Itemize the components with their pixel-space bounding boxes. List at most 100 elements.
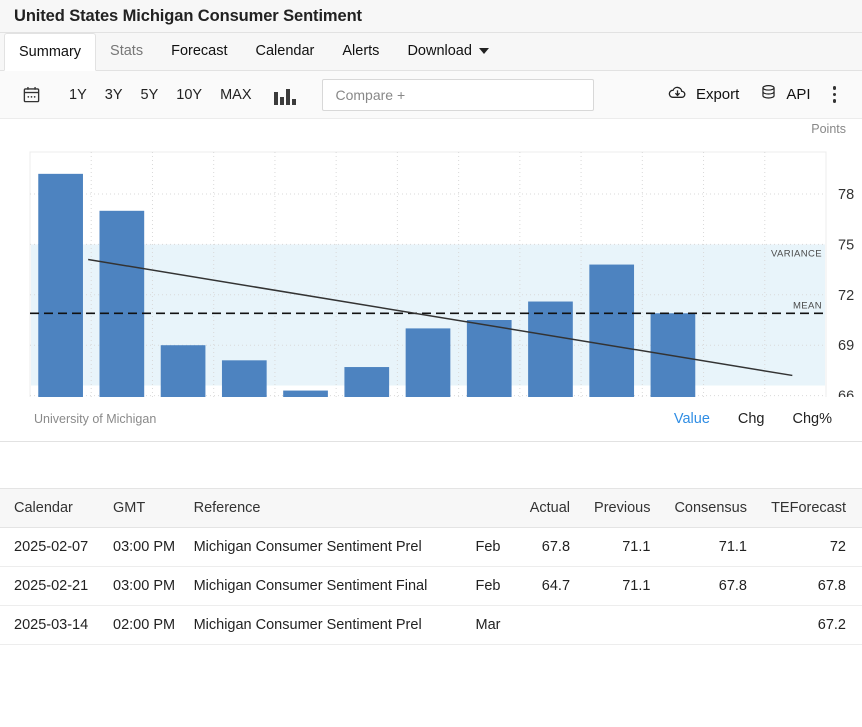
titlebar: United States Michigan Consumer Sentimen… [0,0,862,33]
compare-input[interactable] [333,86,583,104]
value-tab-chgpct[interactable]: Chg% [779,407,847,431]
page-root: United States Michigan Consumer Sentimen… [0,0,862,727]
bar-sep[interactable] [406,328,451,397]
cell-actual [514,606,586,645]
cell-previous [586,606,666,645]
tab-label: Download [407,43,472,59]
cell-reference: Michigan Consumer Sentiment Prel [186,606,468,645]
cell-consensus: 67.8 [666,567,763,606]
y-tick-label: 72 [838,288,854,304]
table-row[interactable]: 2025-03-1402:00 PMMichigan Consumer Sent… [0,606,862,645]
bar-mar[interactable] [38,174,83,397]
calendar-icon[interactable] [14,80,48,110]
range-button-3y[interactable]: 3Y [96,83,132,107]
cell-ref-period: Feb [468,567,515,606]
chart-toolbar: 1Y3Y5Y10YMAX Export [0,71,862,119]
export-label: Export [696,86,739,103]
api-button[interactable]: API [749,79,820,111]
range-buttons: 1Y3Y5Y10YMAX [60,83,260,107]
range-button-max[interactable]: MAX [211,83,260,107]
chart-area: Points VARIANCEMEAN7875726966MarAprMayJu… [0,119,862,397]
cell-consensus: 71.1 [666,528,763,567]
toolbar-right: Export API [657,78,848,111]
table-header-calendar[interactable]: Calendar [0,489,105,528]
database-icon [759,83,778,107]
tab-download[interactable]: Download [393,32,503,70]
mean-label: MEAN [793,300,822,311]
table-header-teforecast[interactable]: TEForecast [763,489,862,528]
table-header-row: CalendarGMTReference ActualPreviousConsen… [0,489,862,528]
range-button-10y[interactable]: 10Y [167,83,211,107]
tab-label: Calendar [256,43,315,59]
range-button-5y[interactable]: 5Y [132,83,168,107]
bar-chart[interactable]: VARIANCEMEAN7875726966MarAprMayJunJulAug… [0,119,862,397]
cell-reference: Michigan Consumer Sentiment Final [186,567,468,606]
bar-nov[interactable] [528,302,573,397]
panel-spacer [0,442,862,488]
cloud-download-icon [667,82,688,107]
cell-teforecast: 72 [763,528,862,567]
compare-input-wrapper[interactable] [322,79,594,111]
page-title: United States Michigan Consumer Sentimen… [14,7,362,26]
tab-calendar[interactable]: Calendar [242,32,329,70]
cell-gmt: 02:00 PM [105,606,186,645]
cell-ref-period: Feb [468,528,515,567]
table-body: 2025-02-0703:00 PMMichigan Consumer Sent… [0,528,862,645]
cell-calendar: 2025-02-21 [0,567,105,606]
variance-label: VARIANCE [771,248,822,259]
value-tab-value[interactable]: Value [660,407,724,431]
cell-reference: Michigan Consumer Sentiment Prel [186,528,468,567]
value-tab-group: ValueChgChg% [660,407,846,431]
bar-jun[interactable] [222,360,267,397]
export-button[interactable]: Export [657,78,749,111]
tab-bar: Summary Stats Forecast Calendar Alerts Downlo… [0,33,862,71]
chart-panel: 1Y3Y5Y10YMAX Export [0,71,862,442]
bar-aug[interactable] [344,367,389,397]
tab-alerts[interactable]: Alerts [328,32,393,70]
bar-oct[interactable] [467,320,512,397]
kebab-menu-icon[interactable] [821,80,849,109]
range-button-1y[interactable]: 1Y [60,83,96,107]
y-tick-label: 69 [838,338,854,354]
table-header-refperiod[interactable] [468,489,515,528]
value-tab-chg[interactable]: Chg [724,407,779,431]
table-row[interactable]: 2025-02-0703:00 PMMichigan Consumer Sent… [0,528,862,567]
table-header-gmt[interactable]: GMT [105,489,186,528]
y-tick-label: 78 [838,187,854,203]
chart-source: University of Michigan [34,412,156,426]
cell-actual: 67.8 [514,528,586,567]
tab-summary[interactable]: Summary [4,33,96,71]
cell-teforecast: 67.8 [763,567,862,606]
cell-actual: 64.7 [514,567,586,606]
cell-consensus [666,606,763,645]
bar-may[interactable] [161,345,206,397]
bar-apr[interactable] [99,211,144,397]
bar-jul[interactable] [283,391,328,397]
tab-label: Alerts [342,43,379,59]
chart-footer: University of Michigan ValueChgChg% [0,397,862,441]
table-header-previous[interactable]: Previous [586,489,666,528]
table-row[interactable]: 2025-02-2103:00 PMMichigan Consumer Sent… [0,567,862,606]
calendar-table: CalendarGMTReference ActualPreviousConsen… [0,488,862,645]
cell-previous: 71.1 [586,567,666,606]
tab-forecast[interactable]: Forecast [157,32,241,70]
table-header-consensus[interactable]: Consensus [666,489,763,528]
cell-teforecast: 67.2 [763,606,862,645]
table-header-actual[interactable]: Actual [514,489,586,528]
cell-gmt: 03:00 PM [105,528,186,567]
bar-dec[interactable] [589,265,634,397]
tab-label: Summary [19,44,81,60]
cell-ref-period: Mar [468,606,515,645]
tab-stats[interactable]: Stats [96,32,157,70]
tab-label: Forecast [171,43,227,59]
cell-calendar: 2025-03-14 [0,606,105,645]
bar-chart-icon[interactable] [274,85,298,105]
cell-previous: 71.1 [586,528,666,567]
chevron-down-icon [479,48,489,54]
table-header-reference[interactable]: Reference [186,489,468,528]
cell-calendar: 2025-02-07 [0,528,105,567]
tab-label: Stats [110,43,143,59]
api-label: API [786,86,810,103]
y-tick-label: 66 [838,389,854,397]
cell-gmt: 03:00 PM [105,567,186,606]
